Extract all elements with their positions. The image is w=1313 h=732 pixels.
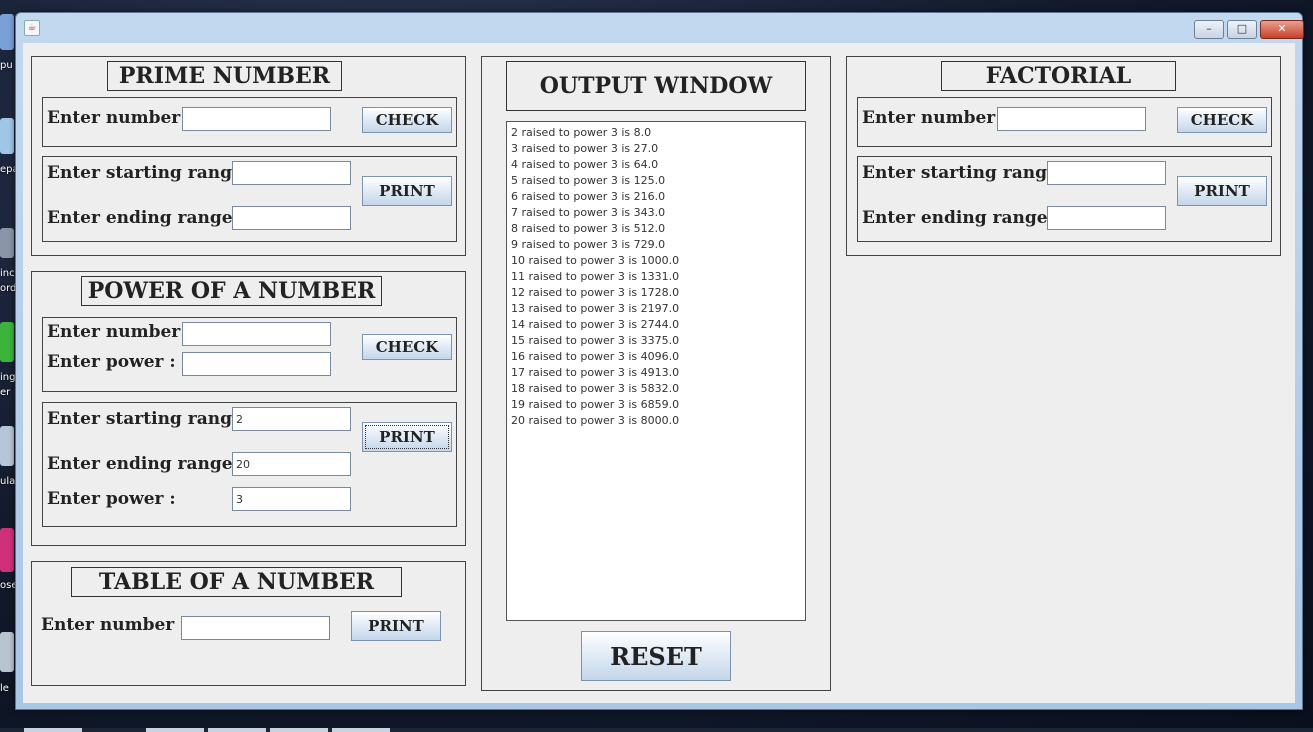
output-line: 2 raised to power 3 is 8.0	[511, 126, 652, 139]
minimize-button[interactable]: –	[1194, 20, 1224, 39]
output-line: 15 raised to power 3 is 3375.0	[511, 334, 680, 347]
prime-end-label: Enter ending range :	[47, 208, 245, 228]
power-power-label: Enter power :	[47, 352, 176, 372]
output-line: 20 raised to power 3 is 8000.0	[511, 414, 680, 427]
table-panel: TABLE OF A NUMBER Enter number : PRINT	[31, 561, 466, 686]
table-print-button[interactable]: PRINT	[351, 611, 441, 641]
factorial-end-label: Enter ending range :	[862, 208, 1060, 228]
power-end-input[interactable]	[232, 452, 351, 476]
taskbar-button[interactable]	[146, 728, 204, 732]
power-print-button[interactable]: PRINT	[362, 422, 452, 452]
desktop-icon-label: inc	[0, 268, 15, 279]
prime-end-input[interactable]	[232, 206, 351, 230]
power-number-label: Enter number :	[47, 322, 193, 342]
factorial-print-button[interactable]: PRINT	[1177, 176, 1267, 206]
output-line: 4 raised to power 3 is 64.0	[511, 158, 659, 171]
output-text-area[interactable]: 2 raised to power 3 is 8.0 3 raised to po…	[506, 121, 806, 621]
desktop-background: pu epa inc ord ing er ula ose le	[0, 0, 19, 732]
output-line: 3 raised to power 3 is 27.0	[511, 142, 659, 155]
output-line: 5 raised to power 3 is 125.0	[511, 174, 666, 187]
output-line: 18 raised to power 3 is 5832.0	[511, 382, 680, 395]
prime-start-input[interactable]	[232, 161, 351, 185]
power-panel: POWER OF A NUMBER Enter number : Enter p…	[31, 271, 466, 546]
factorial-range-section: Enter starting range : Enter ending rang…	[857, 156, 1272, 242]
output-line: 14 raised to power 3 is 2744.0	[511, 318, 680, 331]
computer-icon[interactable]	[0, 14, 14, 50]
prime-number-heading: PRIME NUMBER	[107, 61, 342, 91]
prime-check-button[interactable]: CHECK	[362, 107, 452, 133]
output-line: 12 raised to power 3 is 1728.0	[511, 286, 680, 299]
recycle-bin-icon[interactable]	[0, 632, 14, 672]
table-number-label: Enter number :	[41, 615, 187, 635]
close-button[interactable]: ✕	[1260, 20, 1304, 39]
taskbar-button[interactable]	[332, 728, 390, 732]
table-number-input[interactable]	[181, 616, 330, 640]
prime-print-button[interactable]: PRINT	[362, 176, 452, 206]
notepad-icon[interactable]	[0, 118, 14, 154]
desktop-icon-label: er	[0, 387, 11, 398]
output-line: 8 raised to power 3 is 512.0	[511, 222, 666, 235]
power-start-input[interactable]	[232, 407, 351, 431]
factorial-panel: FACTORIAL Enter number : CHECK Enter sta…	[846, 56, 1281, 256]
maximize-button[interactable]: □	[1227, 20, 1257, 39]
taskbar-button[interactable]	[24, 728, 82, 732]
output-line: 9 raised to power 3 is 729.0	[511, 238, 666, 251]
power-number-input[interactable]	[182, 322, 331, 346]
power-power-input[interactable]	[182, 352, 331, 376]
tool-icon[interactable]	[0, 228, 14, 258]
desktop-icon-label: pu	[0, 60, 13, 71]
output-line: 10 raised to power 3 is 1000.0	[511, 254, 680, 267]
desktop-icon-label: ord	[0, 283, 17, 294]
power-start-label: Enter starting range :	[47, 409, 255, 429]
content-pane: PRIME NUMBER Enter number : CHECK Enter …	[23, 43, 1295, 703]
power-range-power-label: Enter power :	[47, 489, 176, 509]
media-icon[interactable]	[0, 528, 14, 572]
reset-button[interactable]: RESET	[581, 631, 731, 681]
output-line: 17 raised to power 3 is 4913.0	[511, 366, 680, 379]
factorial-check-section: Enter number : CHECK	[857, 97, 1272, 147]
factorial-number-label: Enter number :	[862, 108, 1008, 128]
taskbar-button[interactable]	[270, 728, 328, 732]
factorial-heading: FACTORIAL	[941, 61, 1176, 91]
factorial-number-input[interactable]	[997, 107, 1146, 131]
output-panel: OUTPUT WINDOW 2 raised to power 3 is 8.0…	[481, 56, 831, 691]
java-icon: ☕	[24, 20, 40, 36]
output-line: 19 raised to power 3 is 6859.0	[511, 398, 680, 411]
factorial-end-input[interactable]	[1047, 206, 1166, 230]
table-heading: TABLE OF A NUMBER	[71, 567, 402, 597]
app-window: ☕ – □ ✕ PRIME NUMBER Enter number : CHEC…	[15, 12, 1304, 710]
output-line: 6 raised to power 3 is 216.0	[511, 190, 666, 203]
output-line: 13 raised to power 3 is 2197.0	[511, 302, 680, 315]
output-line: 11 raised to power 3 is 1331.0	[511, 270, 680, 283]
power-end-label: Enter ending range :	[47, 454, 245, 474]
prime-number-input[interactable]	[182, 107, 331, 131]
desktop-icon-label: le	[0, 683, 9, 694]
taskbar-button[interactable]	[208, 728, 266, 732]
power-check-button[interactable]: CHECK	[362, 334, 452, 360]
prime-check-section: Enter number : CHECK	[42, 97, 457, 147]
prime-start-label: Enter starting range :	[47, 163, 255, 183]
factorial-check-button[interactable]: CHECK	[1177, 107, 1267, 133]
prime-range-section: Enter starting range : Enter ending rang…	[42, 156, 457, 242]
output-line: 7 raised to power 3 is 343.0	[511, 206, 666, 219]
power-check-section: Enter number : Enter power : CHECK	[42, 317, 457, 392]
desktop-icon-label: ula	[0, 476, 16, 487]
taskbar	[0, 728, 1313, 732]
green-app-icon[interactable]	[0, 322, 14, 362]
output-line: 16 raised to power 3 is 4096.0	[511, 350, 680, 363]
output-heading: OUTPUT WINDOW	[506, 61, 806, 111]
prime-number-label: Enter number :	[47, 108, 193, 128]
prime-number-panel: PRIME NUMBER Enter number : CHECK Enter …	[31, 56, 466, 256]
factorial-start-input[interactable]	[1047, 161, 1166, 185]
power-heading: POWER OF A NUMBER	[81, 276, 382, 306]
title-bar[interactable]: ☕ – □ ✕	[16, 13, 1304, 41]
power-range-section: Enter starting range : Enter ending rang…	[42, 402, 457, 527]
power-range-power-input[interactable]	[232, 487, 351, 511]
calculator-icon[interactable]	[0, 426, 14, 466]
desktop-icon-label: ing	[0, 372, 16, 383]
factorial-start-label: Enter starting range :	[862, 163, 1070, 183]
